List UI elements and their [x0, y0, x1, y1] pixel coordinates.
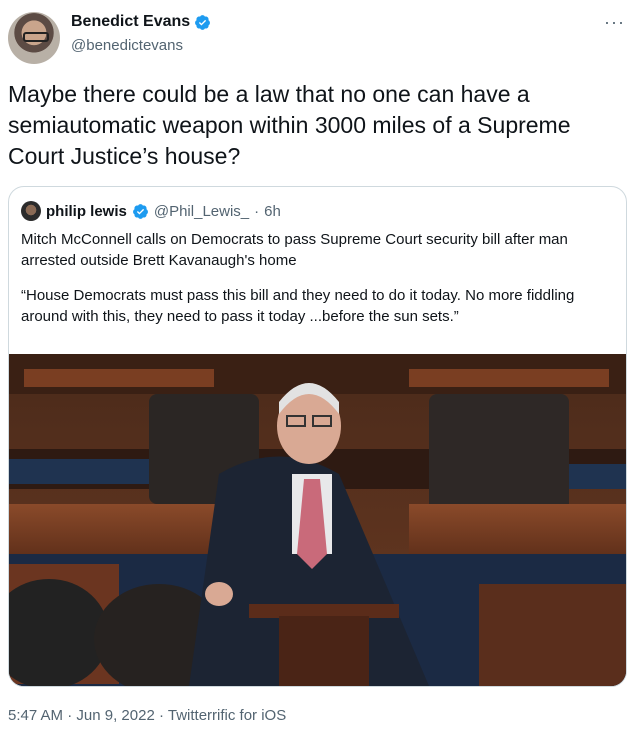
senate-floor-photo	[9, 354, 626, 686]
tweet-source[interactable]: Twitterrific for iOS	[168, 707, 286, 724]
quoted-verified-badge-icon	[132, 203, 148, 219]
verified-badge-icon	[195, 14, 211, 30]
tweet-date[interactable]: Jun 9, 2022	[76, 707, 154, 724]
author-display-name[interactable]: Benedict Evans	[71, 13, 190, 31]
quoted-display-name: philip lewis	[46, 202, 127, 220]
quoted-body: Mitch McConnell calls on Democrats to pa…	[21, 229, 611, 341]
footer-separator-2: ·	[158, 707, 164, 724]
quoted-media-image[interactable]	[9, 354, 626, 686]
author-avatar[interactable]	[8, 12, 60, 64]
tweet-time[interactable]: 5:47 AM	[8, 707, 63, 724]
avatar-glasses	[23, 32, 49, 42]
quoted-paragraph-2: “House Democrats must pass this bill and…	[21, 287, 575, 325]
quoted-separator: ·	[254, 202, 260, 220]
tweet-footer: 5:47 AM · Jun 9, 2022 · Twitterrific for…	[8, 707, 286, 724]
quoted-handle: @Phil_Lewis_	[153, 202, 250, 220]
quoted-time: 6h	[264, 202, 281, 220]
quoted-avatar	[21, 201, 41, 221]
quoted-paragraph-1: Mitch McConnell calls on Democrats to pa…	[21, 231, 568, 269]
quoted-header: philip lewis @Phil_Lewis_ · 6h	[21, 201, 281, 221]
quoted-tweet[interactable]: philip lewis @Phil_Lewis_ · 6h Mitch McC…	[8, 186, 627, 687]
tweet-text: Maybe there could be a law that no one c…	[8, 81, 571, 169]
author-handle[interactable]: @benedictevans	[71, 37, 183, 54]
footer-separator-1: ·	[67, 707, 73, 724]
author-name-row: Benedict Evans	[71, 13, 211, 31]
tweet-header: Benedict Evans @benedictevans ···	[8, 8, 627, 64]
more-horizontal-icon[interactable]: ···	[604, 12, 625, 33]
